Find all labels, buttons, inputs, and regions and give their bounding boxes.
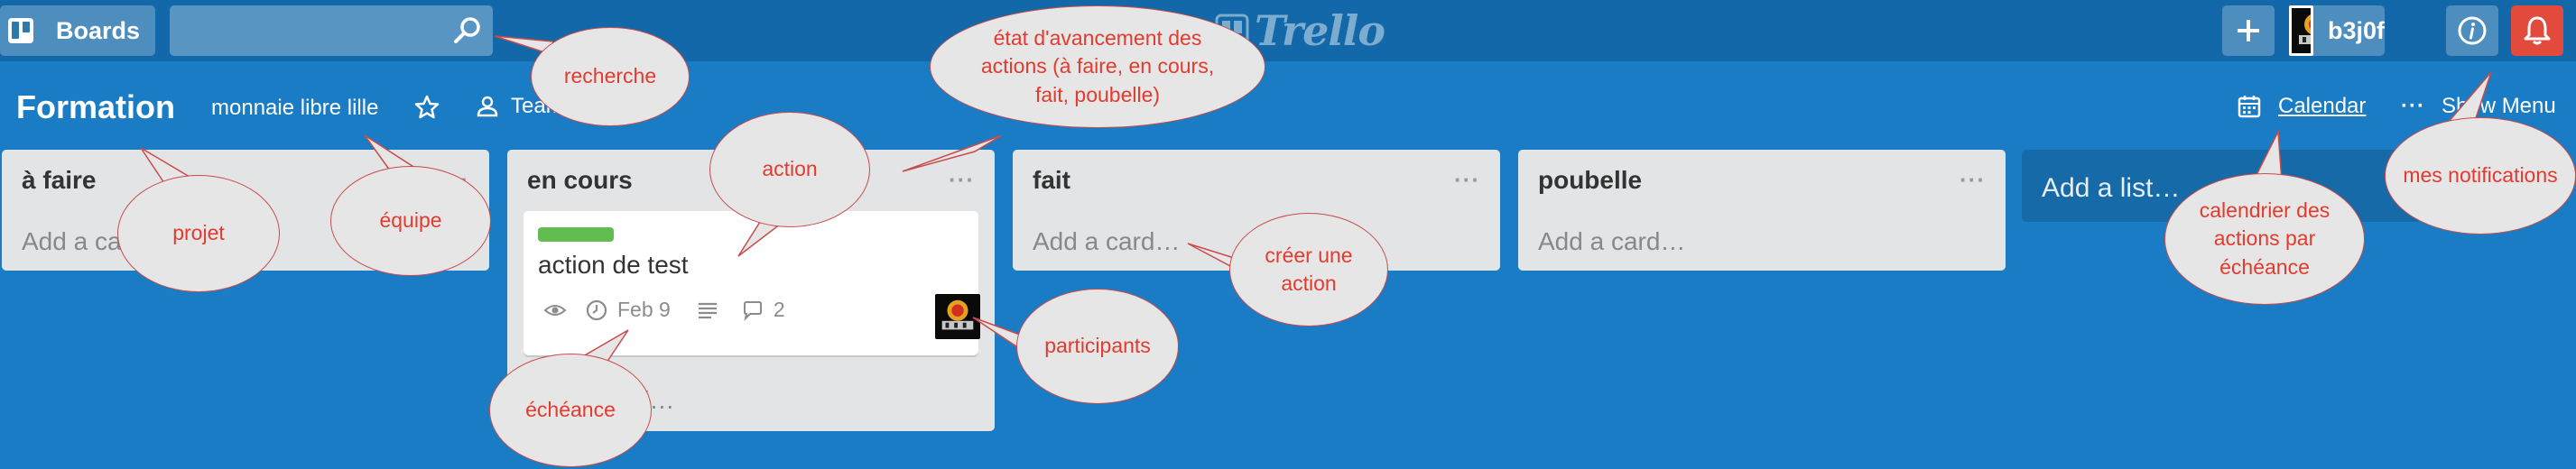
annotation-participants: participants bbox=[1016, 289, 1179, 404]
annotation-team: équipe bbox=[330, 166, 491, 276]
annotation-create: créer une action bbox=[1229, 213, 1388, 326]
annotation-action: action bbox=[709, 112, 870, 227]
annotation-due: échéance bbox=[489, 354, 652, 467]
annotation-project: projet bbox=[117, 175, 280, 292]
annotation-search: recherche bbox=[531, 27, 690, 126]
annotation-calendar: calendrier des actions par échéance bbox=[2164, 173, 2365, 305]
annotation-status: état d'avancement des actions (à faire, … bbox=[930, 5, 1265, 128]
annotation-notifications: mes notifications bbox=[2385, 117, 2576, 234]
